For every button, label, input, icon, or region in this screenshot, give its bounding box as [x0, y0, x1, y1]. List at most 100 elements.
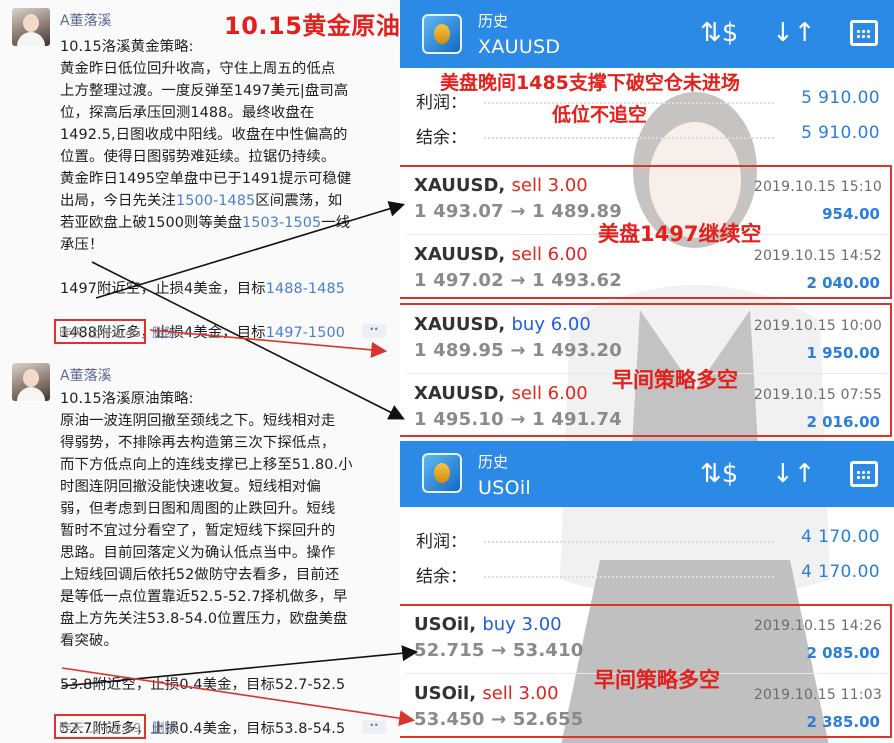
- calendar-icon[interactable]: [846, 16, 880, 50]
- trading-app: 历史 XAUUSD ⇅$ ↓↑ 利润： 5 910.00 结余： 5 910.0…: [400, 0, 894, 743]
- post-text: 10.15洛溪原油策略:: [60, 391, 194, 407]
- post-line: 1497附近空，止损4美金，目标1488-1485: [60, 278, 390, 300]
- post-text: 而下方低点向上的连线支撑已上移至51.80.小: [60, 457, 353, 473]
- chat-panel: A董落溪 10.15洛溪黄金策略: 黄金昨日低位回升收高，守住上周五的低点 上方整理…: [0, 0, 400, 743]
- avatar[interactable]: [12, 8, 50, 46]
- calendar-icon[interactable]: [846, 457, 880, 491]
- post-body: 10.15洛溪原油策略: 原油一波连阴回撤至颈线之下。短线相对走 得弱势，不排除再去…: [60, 388, 390, 740]
- history-title: 历史: [478, 12, 509, 30]
- post-text: 盘上方先关注53.8-54.0位置压力，欧盘美盘: [60, 611, 348, 627]
- post-time: 昨天 上午9:59: [54, 714, 147, 739]
- more-dots-icon[interactable]: ··: [362, 323, 386, 338]
- post-line: 黄金昨日1495空单盘中已于1491提示可稳健: [60, 168, 390, 190]
- post-text: 出局，今日先关注: [60, 193, 176, 209]
- profit-label: 利润：: [416, 532, 467, 552]
- post-line: 而下方低点向上的连线支撑已上移至51.80.小: [60, 454, 390, 476]
- post-line: 得弱势，不排除再去构造第三次下探低点，: [60, 432, 390, 454]
- price-link[interactable]: 1497-1500: [266, 325, 345, 341]
- post-text: 时图连阴回撤没能快速收复。短线相对偏: [60, 479, 321, 495]
- post-line: 暂时不宜过分看空了，暂定短线下探回升的: [60, 520, 390, 542]
- profit-value: 5 910.00: [801, 88, 880, 108]
- dollar-swap-icon[interactable]: ⇅$: [700, 16, 738, 50]
- more-dots-icon[interactable]: ··: [362, 719, 386, 734]
- post-text: 10.15洛溪黄金策略:: [60, 39, 194, 55]
- history-title: 历史: [478, 453, 509, 471]
- sort-arrows-icon[interactable]: ↓↑: [772, 16, 816, 50]
- post-line: 看突破。: [60, 630, 390, 652]
- app-header-xauusd: 历史 XAUUSD ⇅$ ↓↑: [400, 0, 894, 68]
- post-meta: 昨天 上午9:45 删除: [54, 319, 177, 344]
- post-text: 1497附近空，止损4美金，目标: [60, 281, 266, 297]
- post-text: 弱，但考虑到日图和周图的止跌回升。短线: [60, 501, 336, 517]
- post-text: 53.8附近空，止损0.4美金，目标52.7-52.5: [60, 677, 346, 693]
- post-line: 弱，但考虑到日图和周图的止跌回升。短线: [60, 498, 390, 520]
- author-name[interactable]: A董落溪: [60, 365, 112, 385]
- metatrader-logo: [422, 14, 462, 54]
- symbol-title[interactable]: XAUUSD: [478, 36, 560, 58]
- post-text: 暂时不宜过分看空了，暂定短线下探回升的: [60, 523, 336, 539]
- dollar-swap-icon[interactable]: ⇅$: [700, 457, 738, 491]
- post-body: 10.15洛溪黄金策略: 黄金昨日低位回升收高，守住上周五的低点 上方整理过渡。一度…: [60, 36, 390, 344]
- metatrader-logo: [422, 453, 462, 493]
- post-line: 上方整理过渡。一度反弹至1497美元|盘司高: [60, 80, 390, 102]
- post-text: 上短线回调后依托52做防守去看多，目前还: [60, 567, 340, 583]
- post-line: 上短线回调后依托52做防守去看多，目前还: [60, 564, 390, 586]
- symbol-title[interactable]: USOil: [478, 477, 531, 499]
- post-line: 黄金昨日低位回升收高，守住上周五的低点: [60, 58, 390, 80]
- post-line: 10.15洛溪原油策略:: [60, 388, 390, 410]
- sort-arrows-icon[interactable]: ↓↑: [772, 457, 816, 491]
- post-text: 黄金昨日低位回升收高，守住上周五的低点: [60, 61, 336, 77]
- post-text: 是等低一点位置靠近52.5-52.7择机做多，早: [60, 589, 348, 605]
- delete-link[interactable]: 删除: [152, 720, 177, 735]
- post-time: 昨天 上午9:45: [54, 319, 147, 344]
- post-line: 53.8附近空，止损0.4美金，目标52.7-52.5: [60, 674, 390, 696]
- post-line: 盘上方先关注53.8-54.0位置压力，欧盘美盘: [60, 608, 390, 630]
- post-text: 若亚欧盘上破1500则等美盘: [60, 215, 242, 231]
- post-line: 原油一波连阴回撤至颈线之下。短线相对走: [60, 410, 390, 432]
- balance-label: 结余：: [416, 128, 467, 148]
- post-line: 时图连阴回撤没能快速收复。短线相对偏: [60, 476, 390, 498]
- post-text: 承压！: [60, 237, 104, 253]
- post-line: 位置。使得日图弱势难延续。拉锯仍持续。: [60, 146, 390, 168]
- post-line: 承压！: [60, 234, 390, 256]
- post-text: 得弱势，不排除再去构造第三次下探低点，: [60, 435, 336, 451]
- balance-value: 4 170.00: [801, 562, 880, 582]
- avatar[interactable]: [12, 363, 50, 401]
- post-line: 1492.5,日图收成中阳线。收盘在中性偏高的: [60, 124, 390, 146]
- profit-row: 利润： 4 170.00: [400, 521, 894, 557]
- post-text: 1492.5,日图收成中阳线。收盘在中性偏高的: [60, 127, 348, 143]
- annotation-gold-sell: 美盘1497继续空: [598, 222, 762, 246]
- post-line: 若亚欧盘上破1500则等美盘1503-1505一线: [60, 212, 390, 234]
- price-link[interactable]: 1488-1485: [266, 281, 345, 297]
- post-text: 上方整理过渡。一度反弹至1497美元|盘司高: [60, 83, 349, 99]
- post-text: 看突破。: [60, 633, 118, 649]
- price-link[interactable]: 1503-1505: [242, 215, 321, 231]
- post-text: 区间震荡，如: [255, 193, 343, 209]
- app-header-usoil: 历史 USOil ⇅$ ↓↑: [400, 441, 894, 507]
- annotation-top-line2: 低位不追空: [552, 104, 648, 126]
- annotation-gold-morning: 早间策略多空: [612, 368, 738, 392]
- delete-link[interactable]: 删除: [152, 325, 177, 340]
- post-line: 是等低一点位置靠近52.5-52.7择机做多，早: [60, 586, 390, 608]
- annotation-oil-morning: 早间策略多空: [594, 668, 720, 692]
- balance-row: 结余： 4 170.00: [400, 556, 894, 592]
- post-line: 位，探高后承压回测1488。最终收盘在: [60, 102, 390, 124]
- post-line: 出局，今日先关注1500-1485区间震荡，如: [60, 190, 390, 212]
- price-link[interactable]: 1500-1485: [176, 193, 255, 209]
- post-text: 原油一波连阴回撤至颈线之下。短线相对走: [60, 413, 336, 429]
- post-text: 一线: [321, 215, 351, 231]
- post-text: 位，探高后承压回测1488。最终收盘在: [60, 105, 315, 121]
- post-line: [60, 652, 390, 674]
- profit-value: 4 170.00: [801, 527, 880, 547]
- annotation-top-line1: 美盘晚间1485支撑下破空仓未进场: [440, 72, 740, 94]
- post-text: 思路。目前回落定义为确认低点当中。操作: [60, 545, 336, 561]
- post-meta: 昨天 上午9:59 删除: [54, 714, 177, 739]
- post-line: 思路。目前回落定义为确认低点当中。操作: [60, 542, 390, 564]
- post-text: 位置。使得日图弱势难延续。拉锯仍持续。: [60, 149, 336, 165]
- post-line: [60, 256, 390, 278]
- author-name[interactable]: A董落溪: [60, 10, 112, 30]
- balance-value: 5 910.00: [801, 123, 880, 143]
- post-text: 黄金昨日1495空单盘中已于1491提示可稳健: [60, 171, 352, 187]
- page-headline: 10.15黄金原油: [224, 12, 401, 40]
- balance-label: 结余：: [416, 567, 467, 587]
